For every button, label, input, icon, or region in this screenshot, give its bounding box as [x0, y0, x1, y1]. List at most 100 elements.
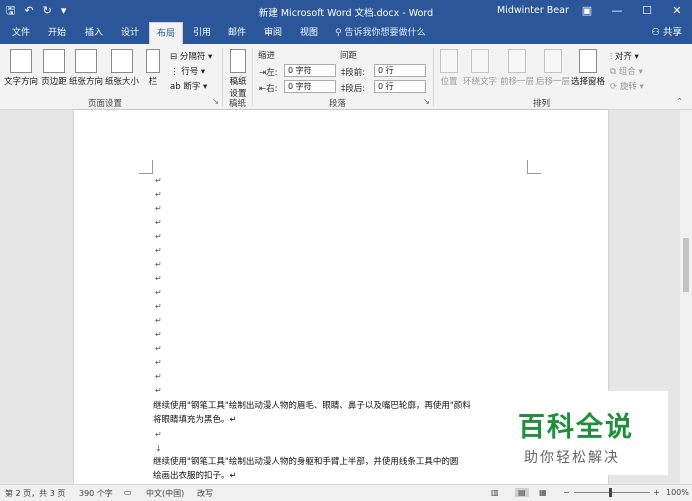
breaks-icon: ⊟ [170, 52, 180, 62]
scrollbar-thumb[interactable] [683, 238, 689, 292]
language-indicator[interactable]: 中文(中国) [146, 488, 184, 499]
tab-design[interactable]: 设计 [121, 22, 139, 44]
paragraph-mark: ↵ [155, 218, 162, 227]
columns-icon [146, 49, 160, 73]
tab-layout[interactable]: 布局 [149, 22, 183, 44]
selection-pane-button[interactable]: 选择窗格 [571, 49, 605, 87]
hyphenation-button[interactable]: ab 断字 ▾ [170, 80, 207, 92]
position-label: 位置 [440, 77, 458, 87]
zoom-in-icon[interactable]: + [653, 488, 660, 497]
zoom-slider[interactable] [574, 492, 650, 493]
tell-me-box[interactable]: ⚲ 告诉我你想要做什么 [335, 22, 425, 44]
paragraph-mark: ↵ [155, 260, 162, 269]
line-numbers-button[interactable]: ⋮ 行号 ▾ [170, 65, 205, 77]
zoom-level[interactable]: 100% [666, 488, 689, 497]
arrange-group-label: 排列 [533, 99, 551, 109]
paragraph-launcher-icon[interactable]: ↘ [423, 97, 430, 107]
tab-references[interactable]: 引用 [193, 22, 211, 44]
print-layout-icon[interactable]: ▤ [515, 488, 529, 497]
margins-button[interactable]: 页边距 [39, 49, 69, 87]
share-button[interactable]: ⚇ 共享 [651, 22, 682, 44]
tab-mailings[interactable]: 邮件 [228, 22, 246, 44]
draft-paper-icon [230, 49, 246, 73]
paragraph-mark: ↵ [155, 176, 162, 185]
body-text-line: 将眼睛填充为黑色。↵ [153, 415, 237, 425]
spacing-before-input[interactable]: 0 行 [374, 64, 426, 77]
tab-review[interactable]: 审阅 [264, 22, 282, 44]
close-icon[interactable]: ✕ [662, 0, 692, 22]
spacing-label: 间距 [340, 51, 358, 61]
paragraph-mark: ↵ [155, 316, 162, 325]
wrap-text-label: 环绕文字 [462, 77, 497, 87]
selection-pane-label: 选择窗格 [571, 77, 606, 87]
paragraph-group-label: 段落 [329, 99, 347, 109]
paragraph-mark: ↵ [155, 302, 162, 311]
group-button[interactable]: ⧉ 组合 ▾ [610, 65, 643, 77]
zoom-out-icon[interactable]: − [563, 488, 570, 497]
size-label: 纸张大小 [104, 77, 139, 87]
tab-file[interactable]: 文件 [12, 22, 30, 44]
paragraph-mark: ↵ [155, 246, 162, 255]
align-label: 对齐 [614, 52, 632, 62]
send-backward-button[interactable]: 后移一层 [535, 49, 571, 87]
tab-view[interactable]: 视图 [300, 22, 318, 44]
zoom-slider-thumb[interactable] [609, 488, 612, 497]
orientation-button[interactable]: 纸张方向 [69, 49, 103, 87]
line-numbers-label: 行号 [181, 67, 199, 77]
paragraph-mark: ↵ [155, 274, 162, 283]
bring-forward-button[interactable]: 前移一层 [499, 49, 535, 87]
spacing-before-text: 段前: [345, 68, 366, 78]
collapse-ribbon-icon[interactable]: ⌃ [676, 97, 683, 107]
tab-home[interactable]: 开始 [48, 22, 66, 44]
group-label: 组合 [618, 67, 636, 77]
indent-right-input[interactable]: 0 字符 [284, 80, 336, 93]
bring-forward-label: 前移一层 [499, 77, 534, 87]
position-button[interactable]: 位置 [437, 49, 461, 87]
spacing-after-input[interactable]: 0 行 [374, 80, 426, 93]
ribbon-display-icon[interactable]: ▣ [572, 0, 602, 22]
user-name[interactable]: Midwinter Bear [497, 5, 569, 16]
text-direction-icon [10, 49, 32, 73]
indent-right-label: ⇤右: [259, 82, 278, 94]
paragraph-mark: ↵ [155, 344, 162, 353]
indent-label: 缩进 [258, 51, 276, 61]
margins-label: 页边距 [41, 77, 67, 87]
text-direction-button[interactable]: 文字方向 [3, 49, 39, 87]
margins-icon [43, 49, 65, 73]
indent-left-input[interactable]: 0 字符 [284, 64, 336, 77]
page-indicator[interactable]: 第 2 页，共 3 页 [5, 488, 65, 499]
breaks-label: 分隔符 [179, 52, 206, 62]
size-button[interactable]: 纸张大小 [104, 49, 140, 87]
rotate-button[interactable]: ⟳ 旋转 ▾ [610, 80, 644, 92]
indent-left-text: 左: [266, 68, 278, 78]
proofing-icon[interactable]: ▭ [124, 488, 132, 497]
minimize-icon[interactable]: — [602, 0, 632, 22]
paragraph-mark: ↵ [155, 288, 162, 297]
spacing-after-text: 段后: [345, 84, 366, 94]
line-numbers-icon: ⋮ [170, 67, 182, 77]
read-mode-icon[interactable]: ▥ [491, 488, 499, 497]
body-text-line: 继续使用"钢笔工具"绘制出动漫人物的眉毛、眼睛、鼻子以及嘴巴轮廓，再使用"颜料 [153, 401, 471, 411]
maximize-icon[interactable]: ☐ [632, 0, 662, 22]
ribbon-tabs: 文件 开始 插入 设计 布局 引用 邮件 审阅 视图 ⚲ 告诉我你想要做什么 ⚇… [0, 22, 692, 44]
wrap-text-button[interactable]: 环绕文字 [462, 49, 498, 87]
web-layout-icon[interactable]: ▦ [539, 488, 547, 497]
tab-insert[interactable]: 插入 [85, 22, 103, 44]
breaks-button[interactable]: ⊟ 分隔符 ▾ [170, 50, 212, 62]
align-button[interactable]: ⫶ 对齐 ▾ [610, 50, 639, 62]
spacing-after-label: ‡段后: [341, 82, 365, 94]
hyphenation-label: 断字 [183, 82, 201, 92]
columns-button[interactable]: 栏 [141, 49, 165, 87]
word-count[interactable]: 390 个字 [79, 488, 113, 499]
rotate-icon: ⟳ [610, 82, 620, 92]
title-bar: 🖫 ↶ ↻ ▾ 新建 Microsoft Word 文档.docx - Word… [0, 0, 692, 22]
orientation-label: 纸张方向 [69, 77, 104, 87]
body-text-line: 绘画出衣服的扣子。↵ [153, 471, 237, 481]
text-direction-label: 文字方向 [3, 77, 38, 87]
vertical-scrollbar[interactable] [680, 110, 692, 484]
draft-settings-button[interactable]: 稿纸设置 [226, 49, 250, 99]
draft-group-label: 稿纸 [229, 99, 247, 109]
indent-left-label: ⇥左: [259, 66, 278, 78]
overtype-mode[interactable]: 改写 [197, 488, 213, 499]
page-setup-launcher-icon[interactable]: ↘ [212, 97, 219, 107]
